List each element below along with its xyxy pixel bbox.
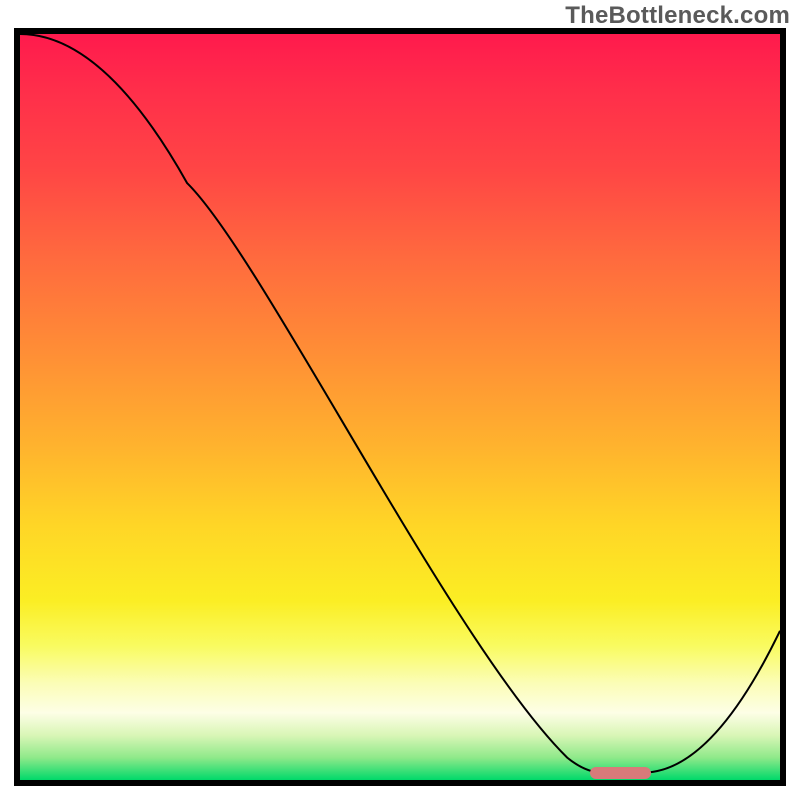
bottleneck-curve [20, 34, 780, 780]
chart-root: TheBottleneck.com [0, 0, 800, 800]
plot-frame [14, 28, 786, 786]
optimal-range-marker [590, 767, 651, 779]
curve-path [20, 34, 780, 773]
plot-area [20, 34, 780, 780]
watermark-text: TheBottleneck.com [565, 2, 790, 30]
